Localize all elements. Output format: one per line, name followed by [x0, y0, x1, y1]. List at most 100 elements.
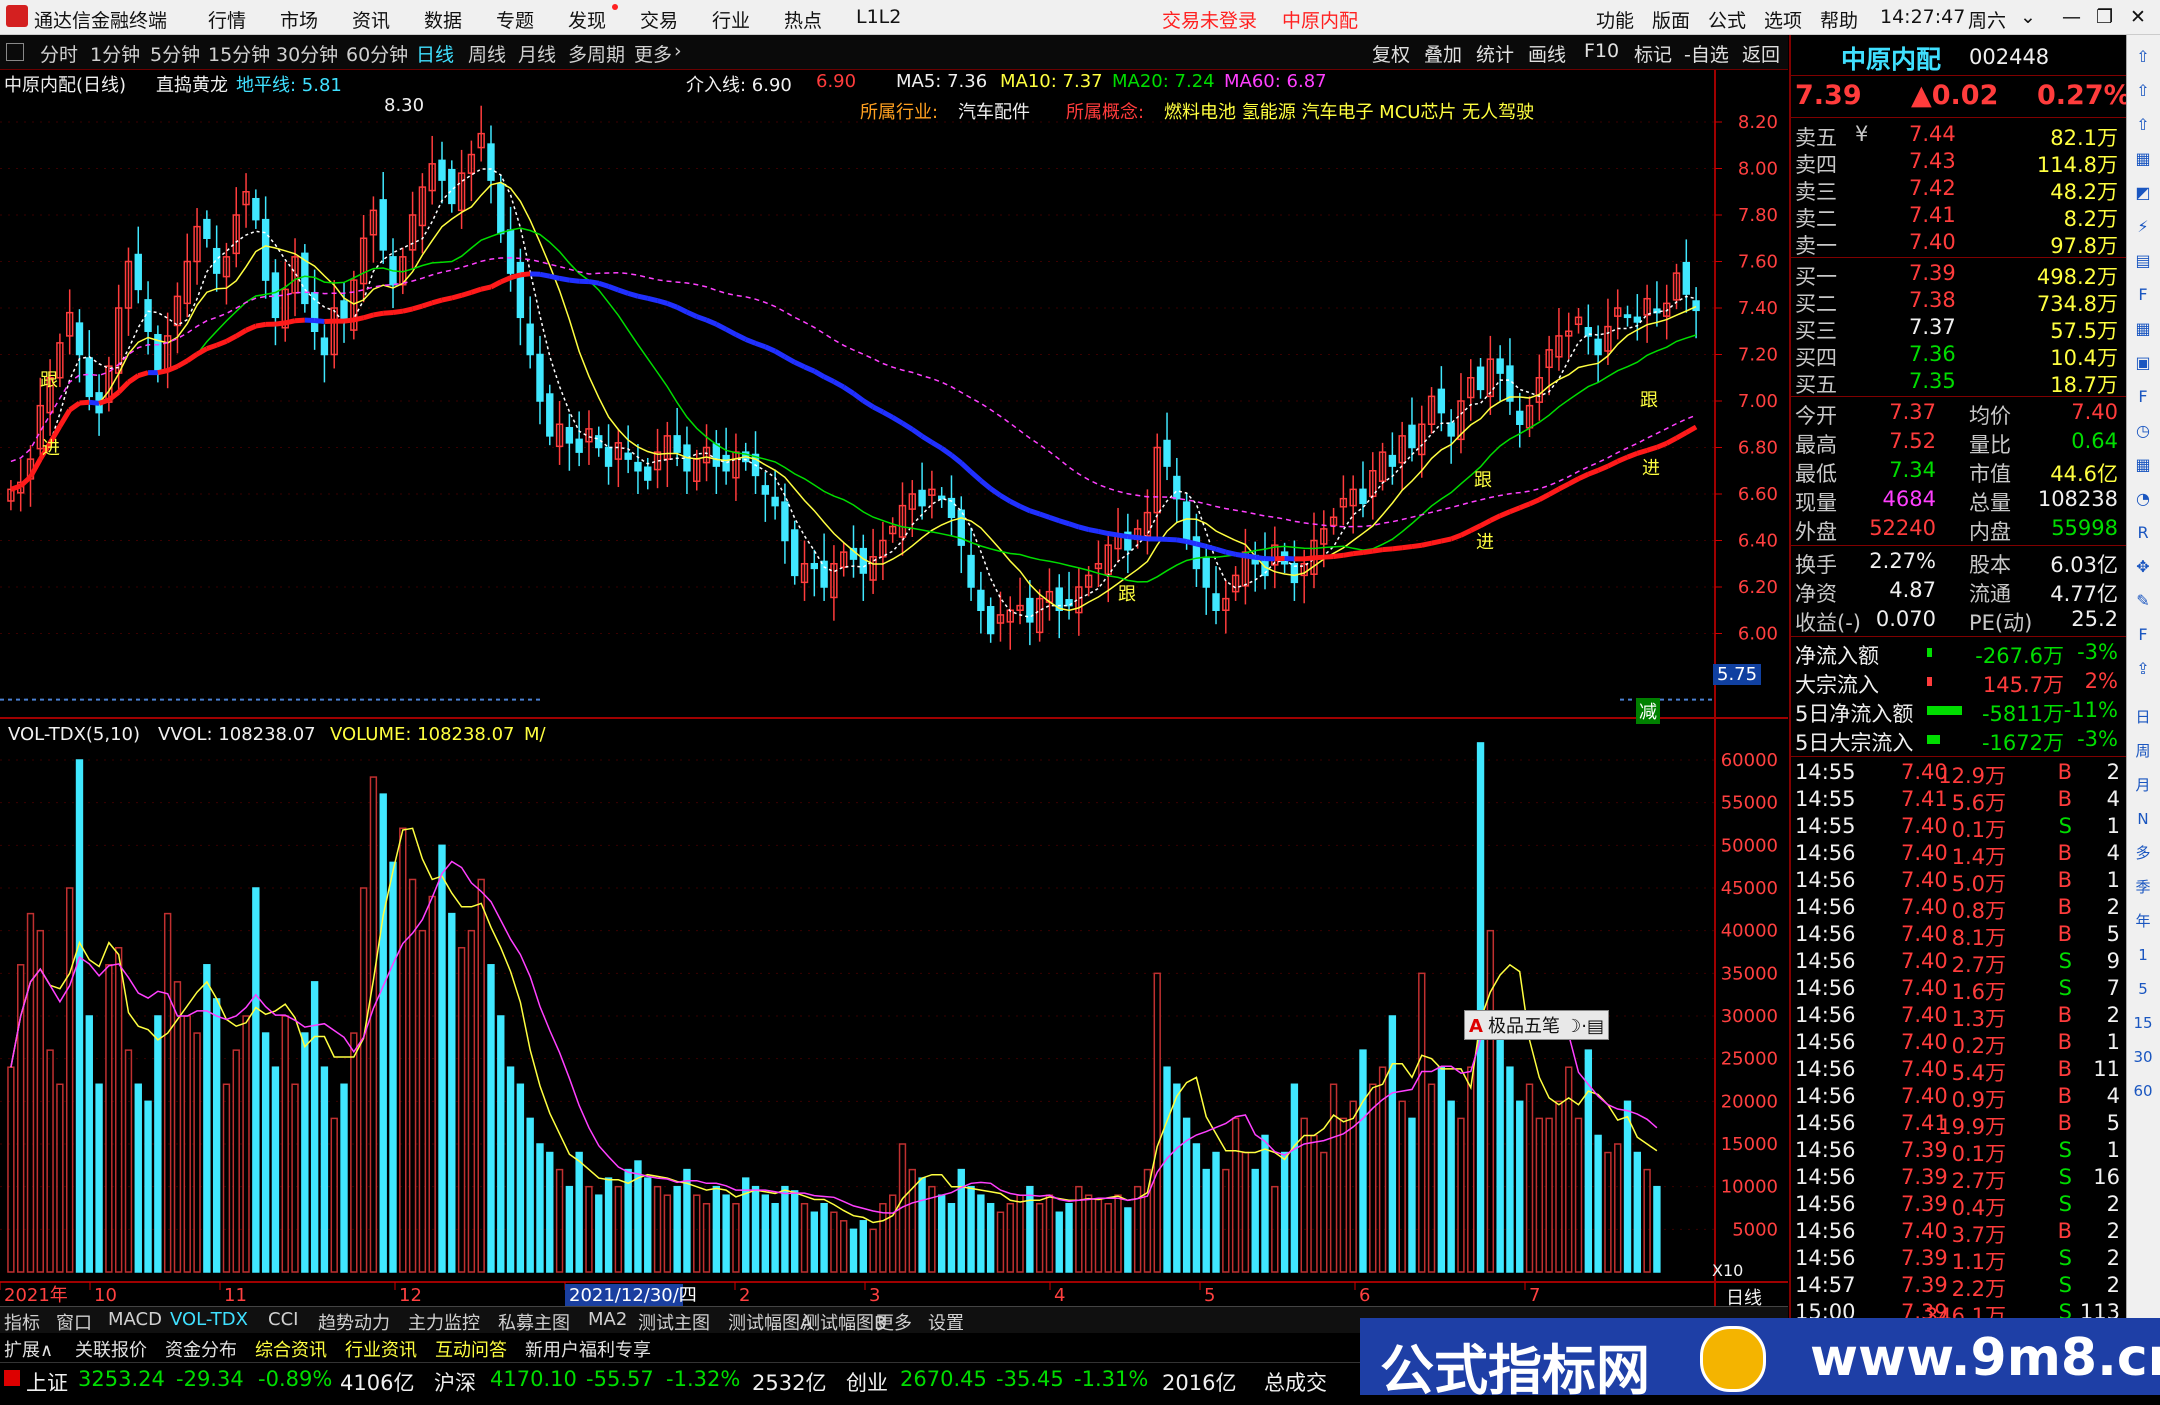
rsi-icon[interactable]: R	[2131, 521, 2155, 545]
index-name-hs[interactable]: 沪深	[434, 1367, 476, 1397]
period-shortcut-5[interactable]: 季	[2131, 875, 2155, 899]
bottom-link-6[interactable]: 新用户福利专享	[525, 1336, 651, 1362]
industry-value[interactable]: 汽车配件	[958, 98, 1030, 124]
concept-values[interactable]: 燃料电池 氢能源 汽车电子 MCU芯片 无人驾驶	[1164, 98, 1534, 124]
menu-item-help[interactable]: 帮助	[1820, 6, 1858, 33]
period-shortcut-11[interactable]: 60	[2131, 1079, 2155, 1103]
panel-toggle-icon[interactable]	[6, 43, 24, 61]
stats-button[interactable]: 统计	[1476, 40, 1514, 67]
indicator-tab-3[interactable]: VOL-TDX	[170, 1309, 248, 1330]
menu-item-discover[interactable]: 发现	[568, 6, 606, 33]
floating-ime[interactable]: A 极品五笔 ☽·▤	[1464, 1010, 1609, 1040]
menu-item-quotes[interactable]: 行情	[208, 6, 246, 33]
menu-item-layout[interactable]: 版面	[1652, 6, 1690, 33]
menu-item-market[interactable]: 市场	[280, 6, 318, 33]
menu-item-hot[interactable]: 热点	[784, 6, 822, 33]
chart-icon[interactable]: ▣	[2131, 351, 2155, 375]
pen-icon[interactable]: ✎	[2131, 589, 2155, 613]
period-shortcut-1[interactable]: 周	[2131, 739, 2155, 763]
tab-period-weekly[interactable]: 周线	[468, 40, 506, 67]
dropdown-icon[interactable]: ⌄	[2020, 6, 2036, 28]
index-name-sh[interactable]: 上证	[26, 1367, 68, 1397]
indicator-tab-7[interactable]: 私募主图	[498, 1309, 570, 1335]
f2-icon[interactable]: F	[2131, 385, 2155, 409]
tab-period-5min[interactable]: 5分钟	[150, 40, 200, 67]
indicator-tab-13[interactable]: 设置	[928, 1309, 964, 1335]
minimize-icon[interactable]: —	[2062, 6, 2081, 28]
vol-indicator-name[interactable]: VOL-TDX(5,10)	[8, 724, 140, 745]
tab-period-daily[interactable]: 日线	[416, 40, 454, 67]
indicator-tab-8[interactable]: MA2	[588, 1309, 627, 1330]
period-shortcut-0[interactable]: 日	[2131, 705, 2155, 729]
f10-icon[interactable]: F	[2131, 283, 2155, 307]
menu-item-data[interactable]: 数据	[424, 6, 462, 33]
indicator-tab-6[interactable]: 主力监控	[408, 1309, 480, 1335]
tab-period-more[interactable]: 更多	[634, 40, 672, 67]
menu-item-news[interactable]: 资讯	[352, 6, 390, 33]
back-button[interactable]: 返回	[1742, 40, 1780, 67]
clock-icon[interactable]: ◔	[2131, 487, 2155, 511]
menu-item-options[interactable]: 选项	[1764, 6, 1802, 33]
menu-item-l1l2[interactable]: L1L2	[856, 6, 901, 28]
menu-item-function[interactable]: 功能	[1596, 6, 1634, 33]
indicator-tab-10[interactable]: 测试幅图A	[728, 1309, 812, 1335]
lightning-icon[interactable]: ⚡	[2131, 215, 2155, 239]
chevron-right-icon[interactable]: ›	[674, 40, 682, 62]
grid-icon[interactable]: ▦	[2131, 147, 2155, 171]
clock-icon[interactable]: ◷	[2131, 419, 2155, 443]
up-arrow-icon[interactable]: ⇧	[2131, 113, 2155, 137]
period-shortcut-6[interactable]: 年	[2131, 909, 2155, 933]
period-shortcut-3[interactable]: N	[2131, 807, 2155, 831]
indicator-tab-5[interactable]: 趋势动力	[318, 1309, 390, 1335]
kline-chart[interactable]: 8.208.007.807.607.407.207.006.806.606.40…	[0, 70, 1788, 1306]
bottom-link-0[interactable]: 扩展∧	[4, 1336, 53, 1362]
grid-icon[interactable]: ▦	[2131, 317, 2155, 341]
tab-period-60min[interactable]: 60分钟	[346, 40, 408, 67]
bottom-link-5[interactable]: 互动问答	[435, 1336, 507, 1362]
period-shortcut-4[interactable]: 多	[2131, 841, 2155, 865]
bottom-link-1[interactable]: 关联报价	[75, 1336, 147, 1362]
period-shortcut-2[interactable]: 月	[2131, 773, 2155, 797]
overlay-button[interactable]: 叠加	[1424, 40, 1462, 67]
up-arrow-icon[interactable]: ⇧	[2131, 45, 2155, 69]
close-icon[interactable]: ✕	[2130, 6, 2146, 28]
tab-period-15min[interactable]: 15分钟	[208, 40, 270, 67]
indicator-tab-11[interactable]: 测试幅图B	[802, 1309, 886, 1335]
indicator-tab-0[interactable]: 指标	[4, 1309, 40, 1335]
f10-button[interactable]: F10	[1584, 40, 1619, 62]
move-icon[interactable]: ✥	[2131, 555, 2155, 579]
period-shortcut-9[interactable]: 15	[2131, 1011, 2155, 1035]
login-status[interactable]: 交易未登录	[1162, 6, 1257, 33]
indicator-tab-2[interactable]: MACD	[108, 1309, 162, 1330]
chart-icon[interactable]: ◩	[2131, 181, 2155, 205]
share-icon[interactable]: ⇪	[2131, 657, 2155, 681]
tab-period-1min[interactable]: 1分钟	[90, 40, 140, 67]
indicator-tab-9[interactable]: 测试主图	[638, 1309, 710, 1335]
indicator-tab-1[interactable]: 窗口	[56, 1309, 92, 1335]
tab-period-30min[interactable]: 30分钟	[276, 40, 338, 67]
tab-period-monthly[interactable]: 月线	[518, 40, 556, 67]
index-name-cy[interactable]: 创业	[846, 1367, 888, 1397]
chart-icon[interactable]: ▤	[2131, 249, 2155, 273]
grid-icon[interactable]: ▦	[2131, 453, 2155, 477]
indicator-tab-4[interactable]: CCI	[268, 1309, 298, 1330]
adjust-button[interactable]: 复权	[1372, 40, 1410, 67]
menu-item-trade[interactable]: 交易	[640, 6, 678, 33]
tab-period-multi[interactable]: 多周期	[568, 40, 625, 67]
period-shortcut-10[interactable]: 30	[2131, 1045, 2155, 1069]
menu-item-formula[interactable]: 公式	[1708, 6, 1746, 33]
tab-period-timeshare[interactable]: 分时	[40, 40, 78, 67]
bottom-link-2[interactable]: 资金分布	[165, 1336, 237, 1362]
up-arrow-icon[interactable]: ⇧	[2131, 79, 2155, 103]
indicator-tab-12[interactable]: 更多	[876, 1309, 912, 1335]
bottom-link-3[interactable]: 综合资讯	[255, 1336, 327, 1362]
restore-icon[interactable]: ❐	[2096, 6, 2113, 28]
mark-button[interactable]: 标记	[1634, 40, 1672, 67]
bottom-link-4[interactable]: 行业资讯	[345, 1336, 417, 1362]
indicator-name[interactable]: 直捣黄龙	[156, 71, 228, 97]
menu-item-industry[interactable]: 行业	[712, 6, 750, 33]
period-shortcut-7[interactable]: 1	[2131, 943, 2155, 967]
draw-button[interactable]: 画线	[1528, 40, 1566, 67]
watchlist-button[interactable]: -自选	[1684, 40, 1729, 67]
menu-item-topics[interactable]: 专题	[496, 6, 534, 33]
